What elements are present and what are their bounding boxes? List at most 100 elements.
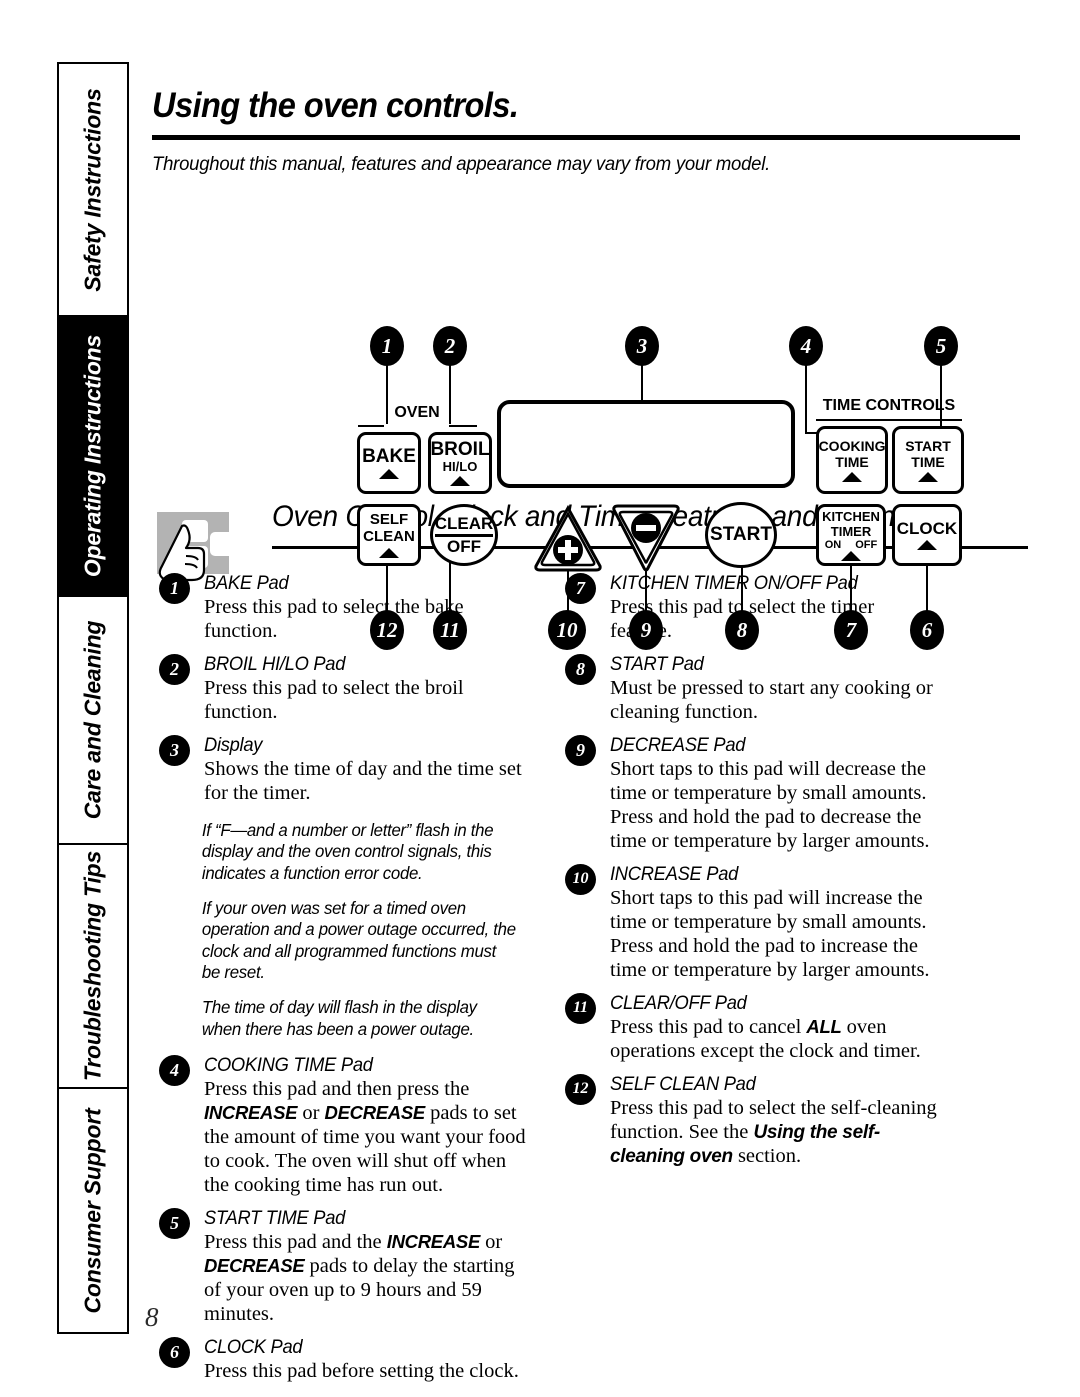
item-badge-9: 9 [565,734,596,766]
item-body: Press this pad to select the self-cleani… [610,1097,938,1169]
pad-broil-label: BROIL [430,438,490,460]
note-error-code: If “F—and a number or letter” flash in t… [201,819,494,883]
pad-cooking-time-label-2: TIME [835,453,869,470]
callout-leader-7 [850,566,852,614]
pad-cooking-time-label-1: COOKING [818,437,886,454]
indicator-triangle-icon [379,547,399,558]
pad-start-time[interactable]: START TIME [892,426,964,494]
sidebar-tab-label: Consumer Support [79,1107,106,1314]
callout-leader-12 [386,566,388,614]
item-body-pre: Press this pad and then press the [204,1078,470,1100]
sidebar-tab-label: Care and Cleaning [79,620,106,820]
item-title: DECREASE Pad [610,733,746,756]
increase-triangle-icon [534,504,602,572]
list-item: 11 CLEAR/OFF Pad Press this pad to cance… [558,992,938,1064]
callout-badge-6: 6 [910,610,944,650]
list-item: 3 Display Shows the time of day and the … [152,734,532,806]
item-body: Press this pad and the INCREASE or DECRE… [204,1231,532,1327]
emphasis-increase: INCREASE [204,1101,298,1123]
item-body: Press this pad and then press the INCREA… [204,1078,532,1198]
item-badge-7: 7 [565,573,596,604]
indicator-triangle-icon [450,476,470,487]
callout-leader-3 [641,364,643,402]
indicator-triangle-icon [918,472,938,483]
callout-badge-11: 11 [433,610,467,650]
list-item: 1 BAKE Pad Press this pad to select the … [152,572,532,644]
callout-leader-11 [449,562,451,614]
callout-leader-6 [926,566,928,614]
item-title: START TIME Pad [204,1206,346,1229]
decrease-triangle-icon [612,504,680,572]
oven-group-rule-right [449,425,477,427]
pad-bake[interactable]: BAKE [357,432,421,494]
oven-display-window [497,400,795,488]
list-item: 10 INCREASE Pad Short taps to this pad w… [558,863,938,983]
list-item: 9 DECREASE Pad Short taps to this pad wi… [558,734,938,854]
sidebar-tab-consumer-support[interactable]: Consumer Support [59,1089,127,1332]
item-body: Must be pressed to start any cooking or … [610,676,933,723]
time-controls-rule [816,419,962,421]
callout-badge-4: 4 [789,326,823,366]
sidebar-tab-operating-instructions[interactable]: Operating Instructions [59,317,127,597]
item-body: Press this pad before setting the clock. [204,1359,519,1382]
emphasis-decrease: DECREASE [204,1254,305,1276]
item-title: BAKE Pad [204,572,289,594]
left-column: 1 BAKE Pad Press this pad to select the … [152,572,532,1393]
note-time-flash: The time of day will flash in the displa… [201,997,477,1039]
item-badge-8: 8 [565,653,596,685]
item-body: Shows the time of day and the time set f… [204,757,522,804]
sidebar-tab-troubleshooting-tips[interactable]: Troubleshooting Tips [59,845,127,1089]
callout-badge-9: 9 [629,610,663,650]
pad-clock-label: CLOCK [896,519,958,538]
item-title: INCREASE Pad [610,862,739,885]
pad-kitchen-timer-on-off[interactable]: KITCHEN TIMER ON OFF [816,504,886,566]
pad-increase[interactable] [532,504,604,574]
pad-start[interactable]: START [705,502,777,568]
oven-group-label: OVEN [394,404,440,421]
list-item: 2 BROIL HI/LO Pad Press this pad to sele… [152,653,532,725]
pad-start-label: START [710,524,772,545]
item-badge-5: 5 [159,1207,190,1239]
time-controls-group-label: TIME CONTROLS [822,397,956,414]
sidebar-tab-label: Operating Instructions [79,334,106,578]
emphasis-decrease: DECREASE [324,1101,426,1123]
item-title: COOKING TIME Pad [204,1054,373,1076]
sidebar-tab-care-and-cleaning[interactable]: Care and Cleaning [59,597,127,845]
section-tab-rail: Safety Instructions Operating Instructio… [57,62,129,1334]
list-item: 6 CLOCK Pad Press this pad before settin… [152,1336,532,1384]
pad-broil-sublabel: HI/LO [442,458,478,474]
item-title: START Pad [610,652,704,675]
pad-clear-off[interactable]: CLEAR OFF [430,504,498,566]
item-body: Press this pad to cancel ALL oven operat… [610,1016,938,1064]
pad-cooking-time[interactable]: COOKING TIME [816,426,888,494]
item-body: Short taps to this pad will decrease the… [610,757,930,852]
pad-clock[interactable]: CLOCK [892,504,962,566]
item-body-post: section. [732,1144,802,1167]
item-body: Press this pad to select the bake functi… [204,596,464,642]
item-badge-3: 3 [159,734,190,766]
item-title: Display [204,733,263,756]
indicator-triangle-icon [917,540,937,550]
pad-kitchen-timer-label-2: TIMER [830,523,872,539]
callout-badge-3: 3 [625,326,659,366]
pad-decrease[interactable] [610,500,682,574]
callout-badge-1: 1 [370,326,404,366]
indicator-triangle-icon [379,469,399,479]
sidebar-tab-safety-instructions[interactable]: Safety Instructions [59,64,127,317]
item-body: Press this pad to select the broil funct… [204,676,464,723]
list-item: 5 START TIME Pad Press this pad and the … [152,1207,532,1327]
indicator-triangle-icon [842,472,862,483]
item-badge-1: 1 [159,573,190,604]
page-title: Using the oven controls. [152,86,519,125]
item-title: KITCHEN TIMER ON/OFF Pad [610,572,858,594]
callout-badge-2: 2 [433,326,467,366]
pad-self-clean[interactable]: SELF CLEAN [357,504,421,566]
pad-broil-hi-lo[interactable]: BROIL HI/LO [428,432,492,494]
item-title: BROIL HI/LO Pad [204,652,346,675]
pad-start-time-label-1: START [905,437,951,454]
item-body-pre: Press this pad to cancel [610,1015,807,1038]
callout-badge-12: 12 [370,610,404,650]
pad-self-clean-label-2: CLEAN [363,527,415,545]
item-badge-4: 4 [159,1055,190,1086]
item-badge-6: 6 [159,1336,190,1368]
